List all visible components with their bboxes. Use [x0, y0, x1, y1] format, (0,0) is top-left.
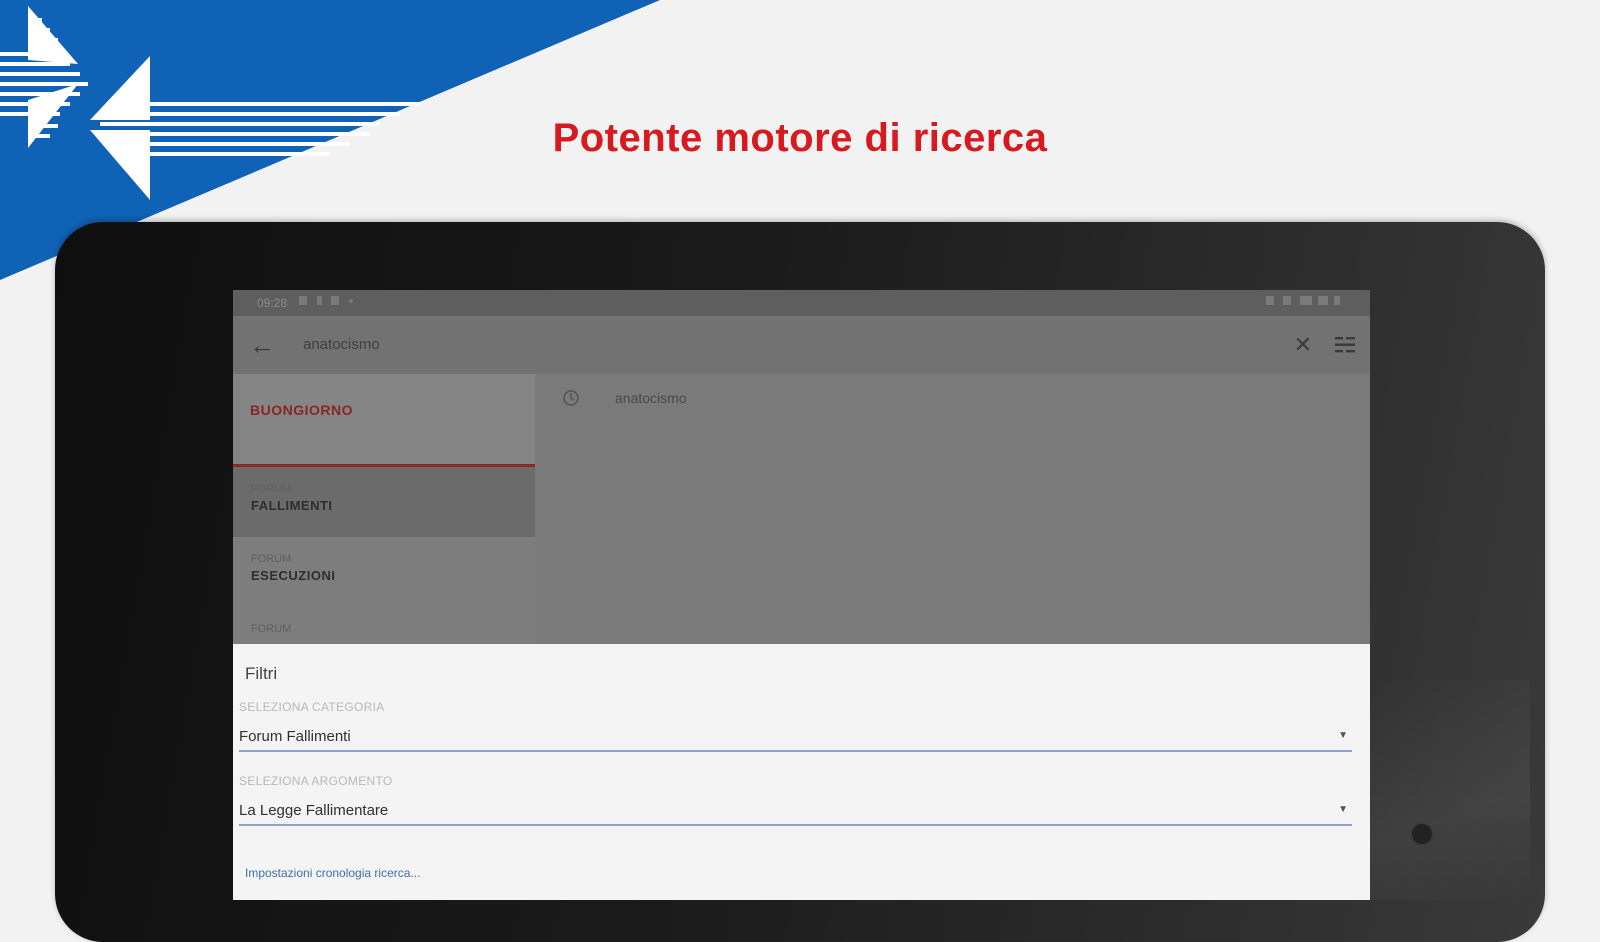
dot-icon [349, 299, 353, 303]
status-bar: 09:28 [233, 290, 1370, 316]
filter-list-icon[interactable] [1332, 332, 1358, 358]
topic-label: SELEZIONA ARGOMENTO [239, 774, 393, 788]
promo-headline: Potente motore di ricerca [552, 116, 1048, 160]
history-item[interactable]: anatocismo [615, 390, 687, 406]
search-history-settings-link[interactable]: Impostazioni cronologia ricerca... [245, 866, 420, 880]
category-select[interactable]: Forum Fallimenti ▼ [239, 722, 1352, 752]
close-icon[interactable]: ✕ [1294, 330, 1312, 360]
search-input[interactable]: anatocismo [303, 336, 380, 353]
sidebar-item-label: ESECUZIONI [251, 568, 336, 583]
signal-icon [1318, 296, 1328, 305]
greeting-header: BUONGIORNO [233, 374, 535, 467]
greeting-label: BUONGIORNO [250, 402, 353, 418]
mute-icon [1266, 296, 1274, 305]
image-icon [299, 296, 307, 305]
vibrate-icon [1283, 296, 1291, 305]
dropdown-arrow-icon: ▼ [1338, 804, 1348, 815]
tablet-glare [1370, 680, 1530, 900]
filters-title: Filtri [245, 664, 278, 683]
category-value: Forum Fallimenti [239, 728, 351, 745]
arrow-left-icon[interactable]: ← [247, 330, 277, 360]
filters-sheet: Filtri SELEZIONA CATEGORIA Forum Fallime… [233, 644, 1370, 900]
category-label: SELEZIONA CATEGORIA [239, 700, 385, 714]
sidebar-item-esecuzioni[interactable]: FORUM ESECUZIONI [233, 537, 535, 607]
sidebar-item-category: FORUM [251, 553, 292, 565]
app-screen: 09:28 ← anatocismo ✕ BUONGIORNO FORUM FA… [233, 290, 1370, 900]
topic-value: La Legge Fallimentare [239, 802, 389, 819]
wrench-icon [331, 296, 339, 305]
search-toolbar: ← anatocismo ✕ [233, 316, 1370, 374]
battery-icon [1334, 296, 1340, 305]
download-icon [317, 296, 322, 305]
sidebar-item-label: FALLIMENTI [251, 498, 333, 513]
topic-select[interactable]: La Legge Fallimentare ▼ [239, 796, 1352, 826]
wifi-icon [1300, 296, 1312, 305]
sidebar-item-category: FORUM [251, 483, 292, 495]
camera-icon [1410, 822, 1434, 846]
history-icon [563, 390, 579, 406]
sidebar-item-fallimenti[interactable]: FORUM FALLIMENTI [233, 467, 535, 537]
sidebar-item-category: FORUM [251, 623, 292, 635]
status-time: 09:28 [257, 296, 288, 310]
dropdown-arrow-icon: ▼ [1338, 730, 1348, 741]
